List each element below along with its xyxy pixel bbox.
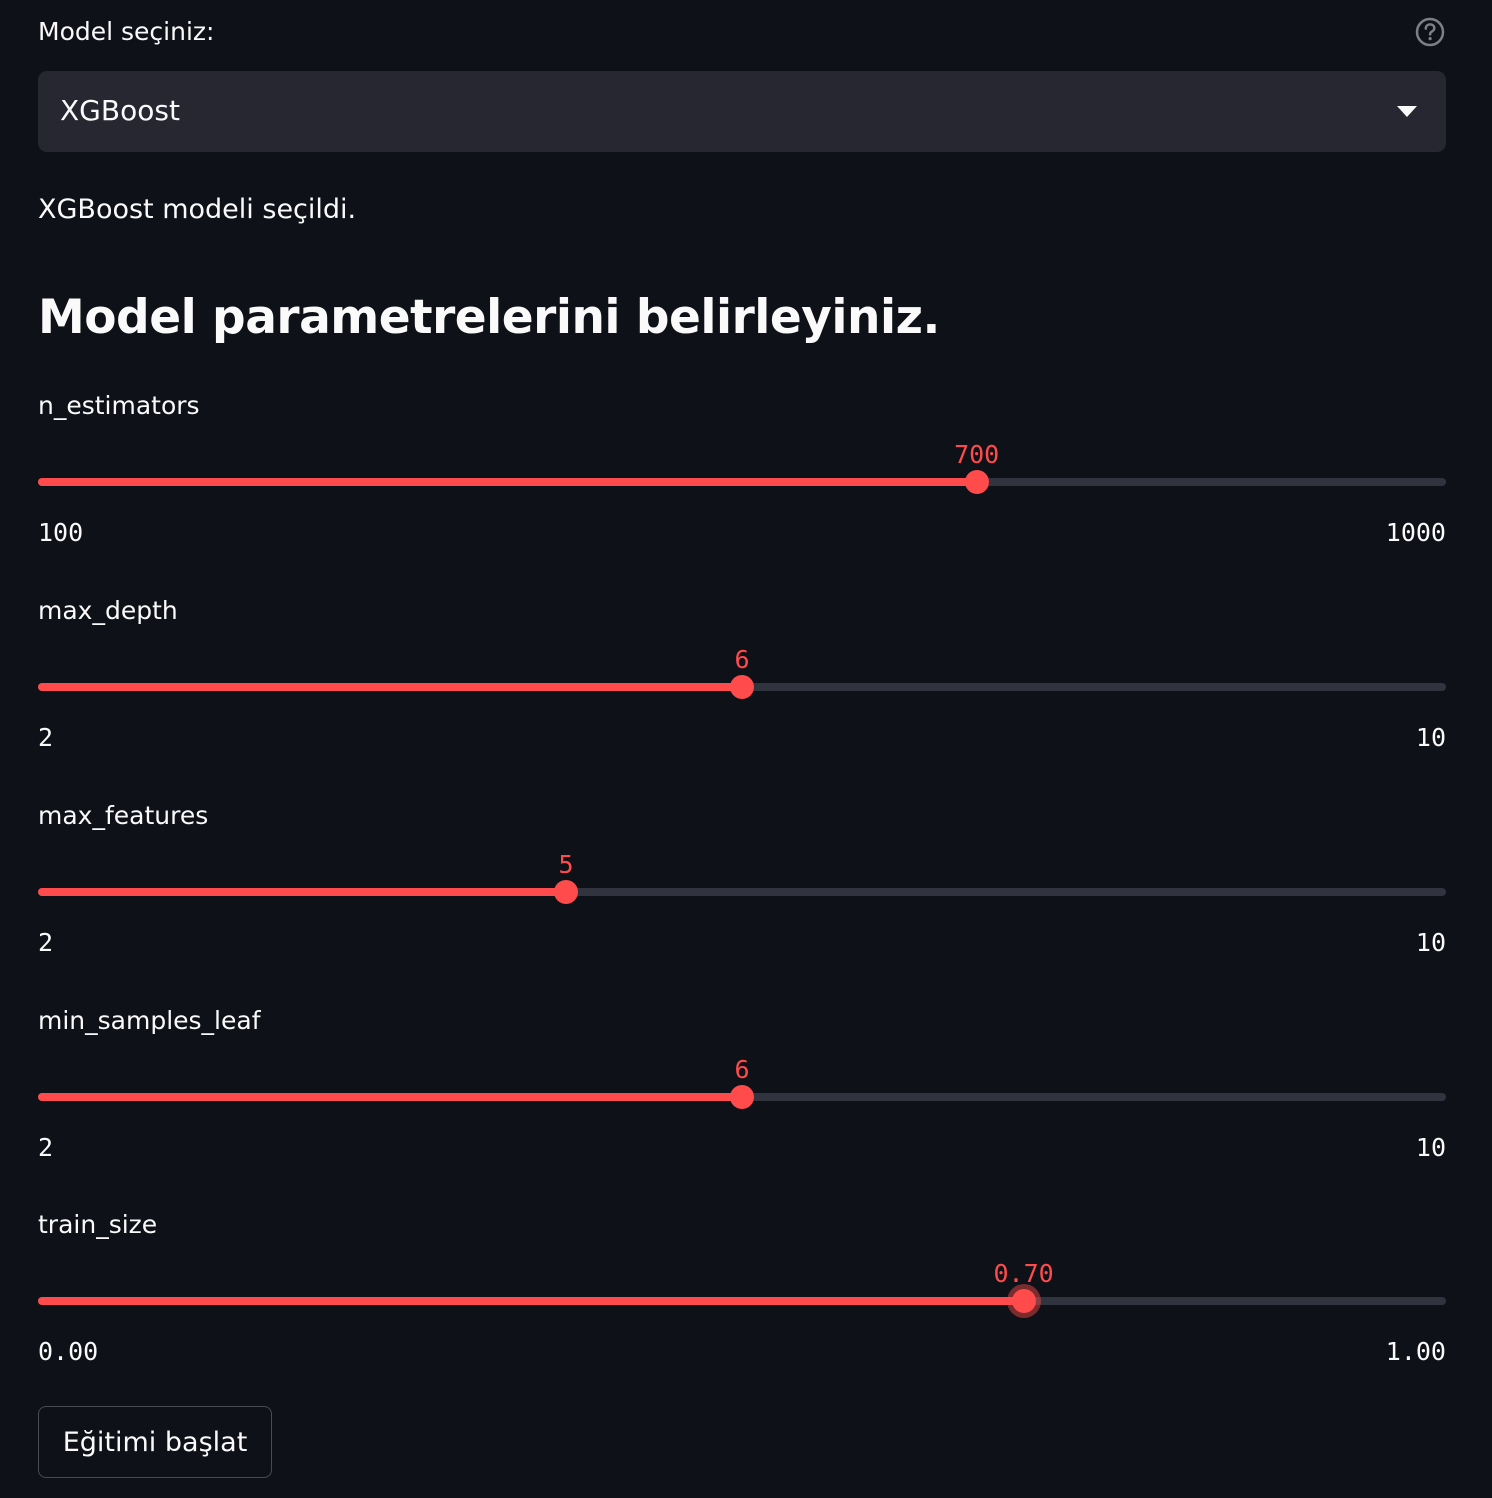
slider-current-value: 6	[734, 1055, 750, 1084]
slider-thumb[interactable]	[964, 470, 989, 494]
slider-max-label: 10	[1415, 928, 1446, 957]
chevron-down-icon[interactable]	[1396, 105, 1418, 119]
slider-current-value: 700	[954, 440, 1000, 469]
slider-n-estimators: n_estimators 700 100 1000	[38, 388, 1446, 558]
slider-label: max_depth	[38, 596, 178, 625]
slider-label: min_samples_leaf	[38, 1006, 261, 1035]
slider-thumb[interactable]	[730, 1085, 754, 1109]
slider-min-label: 2	[38, 723, 54, 752]
slider-current-value: 5	[558, 850, 574, 879]
slider-max-label: 1.00	[1385, 1337, 1446, 1366]
slider-label: n_estimators	[38, 391, 200, 420]
slider-thumb[interactable]	[730, 675, 754, 699]
slider-min-label: 0.00	[38, 1337, 99, 1366]
params-heading: Model parametrelerini belirleyiniz.	[38, 290, 940, 345]
slider-min-label: 2	[38, 928, 54, 957]
model-select-label: Model seçiniz:	[38, 17, 215, 46]
slider-max-depth: max_depth 6 2 10	[38, 593, 1446, 763]
slider-fill	[38, 683, 742, 691]
slider-min-label: 100	[38, 518, 84, 547]
slider-max-label: 10	[1415, 723, 1446, 752]
slider-max-label: 10	[1415, 1133, 1446, 1162]
model-select[interactable]: XGBoost	[38, 71, 1446, 152]
model-select-value: XGBoost	[60, 94, 180, 127]
slider-fill	[38, 1297, 1024, 1305]
slider-label: max_features	[38, 801, 209, 830]
slider-label: train_size	[38, 1210, 158, 1239]
slider-track[interactable]	[38, 478, 1446, 486]
slider-thumb[interactable]	[554, 880, 578, 904]
slider-thumb[interactable]	[1011, 1289, 1036, 1313]
slider-fill	[38, 1093, 742, 1101]
slider-max-label: 1000	[1385, 518, 1446, 547]
slider-fill	[38, 888, 566, 896]
slider-min-label: 2	[38, 1133, 54, 1162]
slider-current-value: 0.70	[993, 1259, 1054, 1288]
slider-track[interactable]	[38, 1297, 1446, 1305]
slider-track[interactable]	[38, 888, 1446, 896]
help-circle-icon[interactable]	[1414, 16, 1446, 48]
slider-current-value: 6	[734, 645, 750, 674]
start-training-button[interactable]: Eğitimi başlat	[38, 1406, 272, 1478]
slider-fill	[38, 478, 977, 486]
slider-max-features: max_features 5 2 10	[38, 798, 1446, 968]
model-selected-message: XGBoost modeli seçildi.	[38, 194, 357, 225]
slider-min-samples-leaf: min_samples_leaf 6 2 10	[38, 1003, 1446, 1173]
slider-train-size: train_size 0.70 0.00 1.00	[38, 1207, 1446, 1377]
